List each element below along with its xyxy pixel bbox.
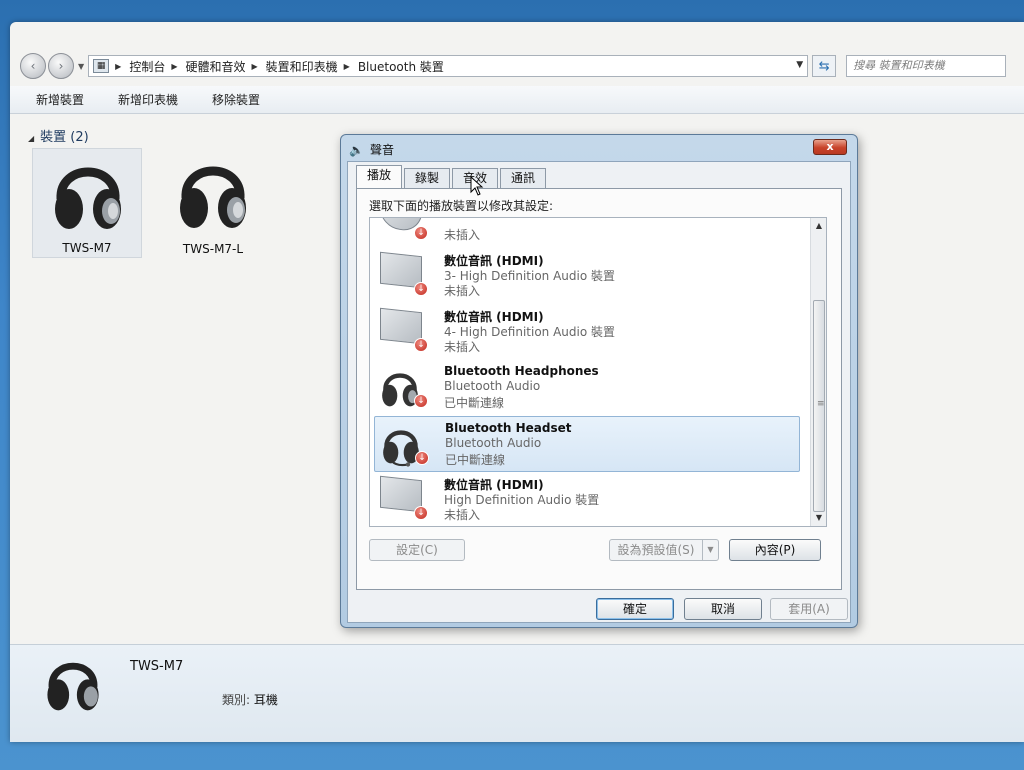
dialog-title-bar: 🔈 聲音 (349, 141, 394, 158)
history-dropdown-icon[interactable]: ▼ (78, 62, 84, 71)
refresh-icon: ⇆ (818, 58, 830, 74)
headphones-icon (180, 166, 246, 228)
instruction-text: 選取下面的播放裝置以修改其設定: (369, 199, 554, 213)
device-description: Bluetooth Audio (445, 436, 542, 450)
list-item[interactable]: ↓ 數位音訊 (HDMI) 3- High Definition Audio 裝… (374, 248, 800, 304)
dialog-title: 聲音 (369, 143, 394, 157)
list-item[interactable]: ↓ 數位音訊 (HDMI) 4- High Definition Audio 裝… (374, 304, 800, 360)
breadcrumb-arrow-icon[interactable]: ▶ (252, 62, 258, 71)
back-button[interactable]: ‹ (20, 53, 46, 79)
tab-communications[interactable]: 通訊 (500, 168, 547, 188)
scroll-down-arrow-icon[interactable]: ▼ (811, 510, 826, 526)
device-label: TWS-M7-L (182, 242, 244, 256)
back-arrow-icon: ‹ (30, 59, 36, 73)
disconnected-badge-icon: ↓ (414, 394, 428, 408)
refresh-button[interactable]: ⇆ (812, 55, 837, 77)
desktop-background: ‹ › ▼ ▦ ▶ 控制台 ▶ 硬體和音效 ▶ 裝置和印表機 ▶ Bluetoo… (0, 0, 1024, 770)
breadcrumb-control-panel[interactable]: 控制台 (129, 58, 165, 75)
device-name: Bluetooth Headphones (444, 364, 599, 378)
tab-playback[interactable]: 播放 (356, 165, 403, 188)
list-item[interactable]: ↓ 數位音訊 (HDMI) High Definition Audio 裝置 未… (374, 472, 800, 526)
monitor-icon (380, 475, 422, 513)
navigation-bar: ‹ › ▼ ▦ ▶ 控制台 ▶ 硬體和音效 ▶ 裝置和印表機 ▶ Bluetoo… (10, 50, 1024, 82)
address-dropdown-icon[interactable]: ▼ (796, 60, 803, 70)
details-device-name: TWS-M7 (130, 659, 184, 674)
devices-group-title: 裝置 (2) (40, 130, 89, 145)
scroll-up-arrow-icon[interactable]: ▲ (811, 218, 826, 234)
device-tws-m7[interactable]: TWS-M7 (32, 148, 142, 258)
device-status: 未插入 (444, 340, 481, 354)
playback-panel: 選取下面的播放裝置以修改其設定: ↓ 未插入 ↓ 數位音訊 (HDMI) 3- … (356, 188, 842, 590)
headphones-icon (55, 167, 121, 229)
breadcrumb-arrow-icon[interactable]: ▶ (115, 62, 121, 71)
monitor-icon (380, 251, 422, 289)
device-label: TWS-M7 (62, 241, 112, 255)
list-item-selected[interactable]: ↓ Bluetooth Headset Bluetooth Audio 已中斷連… (374, 416, 800, 472)
apply-button[interactable]: 套用(A) (770, 598, 848, 620)
device-name: Bluetooth Headset (445, 421, 572, 435)
device-status: 未插入 (444, 284, 481, 298)
list-scrollbar[interactable]: ▲ ≡ ▼ (810, 218, 826, 526)
forward-arrow-icon: › (58, 59, 64, 73)
grip-icon: ≡ (817, 399, 825, 409)
mouse-cursor-icon (470, 176, 484, 196)
add-device-button[interactable]: 新增裝置 (36, 91, 84, 108)
scrollbar-thumb[interactable]: ≡ (813, 300, 825, 512)
device-status: 未插入 (444, 228, 481, 242)
monitor-icon (380, 307, 422, 345)
tab-recording[interactable]: 錄製 (404, 168, 451, 188)
category-value: 耳機 (253, 693, 278, 707)
disconnected-badge-icon: ↓ (415, 451, 429, 465)
address-bar[interactable]: ▦ ▶ 控制台 ▶ 硬體和音效 ▶ 裝置和印表機 ▶ Bluetooth 裝置 … (88, 55, 809, 77)
device-status: 未插入 (444, 508, 481, 522)
collapse-triangle-icon[interactable]: ◢ (28, 134, 34, 143)
details-pane: TWS-M7 類別: 耳機 (10, 644, 1024, 742)
set-default-button[interactable]: 設為預設值(S) ▼ (609, 539, 719, 561)
forward-button[interactable]: › (48, 53, 74, 79)
cancel-button[interactable]: 取消 (684, 598, 762, 620)
unplugged-badge-icon: ↓ (414, 226, 428, 240)
sound-dialog: 🔈 聲音 x 播放 錄製 音效 通訊 選取下面的播放裝置以修改其設定: ↓ 未插… (340, 134, 858, 628)
device-status: 已中斷連線 (445, 453, 506, 467)
add-printer-button[interactable]: 新增印表機 (118, 91, 178, 108)
list-item[interactable]: ↓ 未插入 (374, 218, 800, 248)
control-panel-icon: ▦ (93, 59, 110, 73)
unplugged-badge-icon: ↓ (414, 506, 428, 520)
search-input[interactable]: 搜尋 裝置和印表機 (846, 55, 1007, 77)
remove-device-button[interactable]: 移除裝置 (212, 91, 260, 108)
device-description: Bluetooth Audio (444, 379, 541, 393)
list-item[interactable]: ↓ Bluetooth Headphones Bluetooth Audio 已… (374, 360, 800, 416)
ok-button[interactable]: 確定 (596, 598, 674, 620)
properties-button[interactable]: 內容(P) (729, 539, 821, 561)
devices-group-header[interactable]: ◢ 裝置 (2) (28, 126, 89, 145)
breadcrumb-hardware-sound[interactable]: 硬體和音效 (185, 58, 245, 75)
device-tws-m7-l[interactable]: TWS-M7-L (158, 148, 268, 258)
unplugged-badge-icon: ↓ (414, 282, 428, 296)
configure-button[interactable]: 設定(C) (369, 539, 465, 561)
headphones-icon (47, 662, 99, 711)
tab-strip: 播放 錄製 音效 通訊 (356, 165, 548, 188)
breadcrumb-arrow-icon[interactable]: ▶ (344, 62, 350, 71)
close-button[interactable]: x (813, 139, 847, 155)
breadcrumb-arrow-icon[interactable]: ▶ (171, 62, 177, 71)
set-default-dropdown-icon[interactable]: ▼ (702, 540, 718, 560)
category-label: 類別: (222, 693, 251, 707)
details-category: 類別: 耳機 (222, 691, 278, 708)
command-bar: 新增裝置 新增印表機 移除裝置 (10, 86, 1024, 114)
playback-device-list[interactable]: ↓ 未插入 ↓ 數位音訊 (HDMI) 3- High Definition A… (369, 217, 827, 527)
unplugged-badge-icon: ↓ (414, 338, 428, 352)
breadcrumb-bluetooth-devices[interactable]: Bluetooth 裝置 (358, 58, 444, 75)
set-default-label: 設為預設值(S) (617, 543, 695, 557)
breadcrumb-devices-printers[interactable]: 裝置和印表機 (266, 58, 338, 75)
dialog-body: 播放 錄製 音效 通訊 選取下面的播放裝置以修改其設定: ↓ 未插入 ↓ 數位音… (347, 161, 851, 623)
speaker-icon: 🔈 (349, 142, 364, 157)
device-status: 已中斷連線 (444, 396, 505, 410)
